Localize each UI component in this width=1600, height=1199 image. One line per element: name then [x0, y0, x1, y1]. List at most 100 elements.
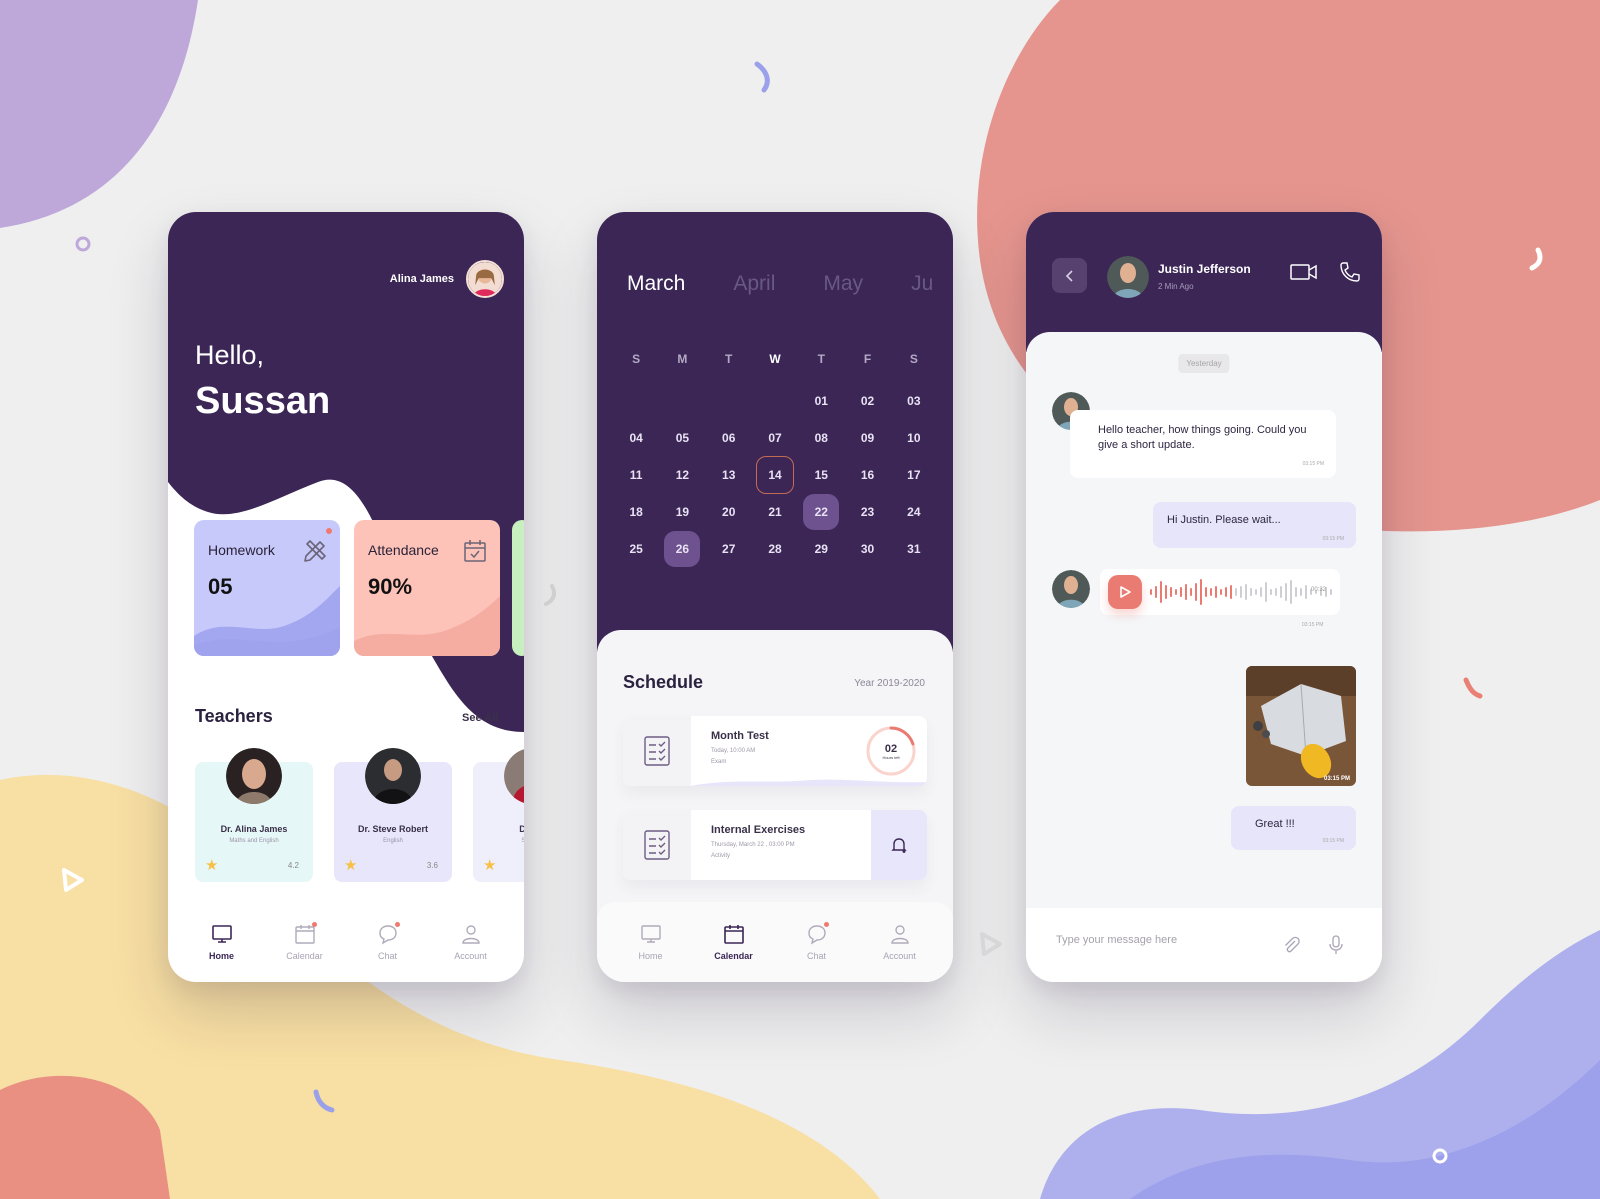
calendar-day[interactable]: 19 [659, 493, 705, 530]
event-type: Activity [711, 853, 731, 859]
calendar-day[interactable]: 08 [798, 419, 844, 456]
day-number: 24 [907, 504, 921, 519]
day-number: 04 [629, 430, 643, 445]
image-message[interactable]: 03:15 PM [1246, 666, 1356, 786]
partial-stat-card[interactable] [512, 520, 524, 656]
card-wave-decoration [354, 596, 500, 656]
calendar-day[interactable]: 09 [844, 419, 890, 456]
calendar-day[interactable]: 22 [798, 493, 844, 530]
notification-dot [823, 922, 829, 927]
message-bubble-outgoing[interactable]: Great !!! 03:15 PM [1231, 806, 1356, 850]
star-icon: ★ [483, 857, 497, 874]
message-time: 03:15 PM [1324, 776, 1350, 782]
calendar-day[interactable]: 04 [613, 419, 659, 456]
calendar-day[interactable]: 27 [706, 530, 752, 567]
nav-account[interactable]: Account [436, 923, 506, 961]
calendar-day[interactable]: 11 [613, 456, 659, 493]
calendar-day[interactable]: 02 [844, 382, 890, 419]
calendar-day[interactable]: 25 [613, 530, 659, 567]
message-bubble-outgoing[interactable]: Hi Justin. Please wait... 03:15 PM [1153, 502, 1356, 548]
day-number: 11 [629, 467, 643, 482]
calendar-day[interactable]: 03 [891, 382, 937, 419]
nav-home[interactable]: Home [187, 923, 257, 961]
event-details: Thursday, March 22 , 03:00 PM Activity [711, 840, 795, 862]
schedule-year[interactable]: Year 2019-2020 [854, 678, 925, 689]
day-number: 19 [675, 504, 690, 519]
message-bubble-incoming[interactable]: Hello teacher, how things going. Could y… [1070, 410, 1336, 478]
calendar-day[interactable]: 26 [659, 530, 705, 567]
notification-dot [311, 922, 317, 927]
nav-label: Home [638, 951, 663, 961]
calendar-day[interactable]: 21 [752, 493, 798, 530]
calendar-day[interactable]: 24 [891, 493, 937, 530]
calendar-day[interactable]: 30 [844, 530, 890, 567]
message-text: Great !!! [1255, 818, 1295, 830]
phone-call-icon[interactable] [1336, 260, 1364, 284]
nav-account[interactable]: Account [865, 923, 935, 961]
video-call-icon[interactable] [1290, 260, 1318, 284]
back-button[interactable] [1052, 258, 1087, 293]
nav-label: Account [454, 951, 487, 961]
message-time: 03:15 PM [1322, 838, 1344, 844]
countdown-text: 02 Hours left [865, 725, 917, 777]
teacher-card[interactable]: Dr. Steve Robert English ★ 3.6 [334, 748, 452, 882]
audio-waveform[interactable] [1150, 577, 1332, 607]
monitor-icon [640, 925, 661, 943]
calendar-day[interactable]: 14 [752, 455, 798, 494]
nav-home[interactable]: Home [616, 923, 686, 961]
voice-message[interactable]: 00:32 [1100, 569, 1340, 615]
nav-calendar[interactable]: Calendar [270, 922, 340, 961]
month-tab[interactable]: May [823, 272, 863, 296]
calendar-grid: S M T W T F S 01 02 03 04 05 06 07 08 09 10 11 12 13 14 15 16 1… [613, 344, 937, 567]
calendar-day[interactable]: 05 [659, 419, 705, 456]
calendar-day[interactable]: 16 [844, 456, 890, 493]
event-time: Thursday, March 22 , 03:00 PM [711, 842, 795, 848]
play-button[interactable] [1108, 575, 1142, 609]
day-number: 27 [722, 541, 736, 556]
user-profile-chip[interactable]: Alina James [390, 260, 504, 298]
calendar-day[interactable]: 07 [752, 419, 798, 456]
weekday-label: W [769, 352, 781, 366]
waveform-bar [1160, 581, 1162, 603]
calendar-day[interactable]: 23 [844, 493, 890, 530]
see-all-link[interactable]: See All [462, 712, 498, 724]
attendance-card[interactable]: Attendance 90% [354, 520, 500, 656]
calendar-day[interactable]: 20 [706, 493, 752, 530]
calendar-day[interactable]: 01 [798, 382, 844, 419]
calendar-day[interactable]: 28 [752, 530, 798, 567]
calendar-day[interactable]: 18 [613, 493, 659, 530]
month-tab[interactable]: March [627, 272, 685, 296]
calendar-day[interactable]: 29 [798, 530, 844, 567]
empty-day [752, 382, 798, 419]
event-card[interactable]: Month Test Today, 10:00 AM Exam 02 Hours… [623, 716, 927, 786]
homework-card[interactable]: Homework 05 [194, 520, 340, 656]
waveform-bar [1230, 585, 1232, 599]
event-title: Internal Exercises [711, 824, 806, 836]
teacher-card[interactable]: Dr. Se Science ★ [473, 749, 524, 882]
day-number: 16 [860, 467, 875, 482]
teacher-card[interactable]: Dr. Alina James Maths and English ★ 4.2 [195, 748, 313, 882]
calendar-day[interactable]: 13 [706, 456, 752, 493]
nav-chat[interactable]: Chat [782, 922, 852, 961]
nav-label: Account [883, 951, 916, 961]
calendar-day[interactable]: 15 [798, 456, 844, 493]
add-reminder-button[interactable] [871, 810, 927, 880]
calendar-day[interactable]: 31 [891, 530, 937, 567]
microphone-icon[interactable] [1328, 935, 1344, 955]
calendar-day[interactable]: 10 [891, 419, 937, 456]
calendar-day[interactable]: 12 [659, 456, 705, 493]
teacher-subject: English [383, 838, 403, 844]
user-icon [461, 925, 480, 944]
nav-chat[interactable]: Chat [353, 922, 423, 961]
teacher-name: Dr. Alina James [220, 824, 288, 834]
attachment-icon[interactable] [1282, 936, 1300, 954]
event-card[interactable]: Internal Exercises Thursday, March 22 , … [623, 810, 927, 880]
calendar-day[interactable]: 17 [891, 456, 937, 493]
month-tab[interactable]: Ju [911, 272, 933, 296]
nav-calendar[interactable]: Calendar [699, 923, 769, 961]
month-tab[interactable]: April [733, 272, 775, 296]
card-wave-decoration [194, 586, 340, 656]
message-input[interactable] [1056, 934, 1276, 946]
calendar-day[interactable]: 06 [706, 419, 752, 456]
waveform-bar [1280, 586, 1282, 598]
